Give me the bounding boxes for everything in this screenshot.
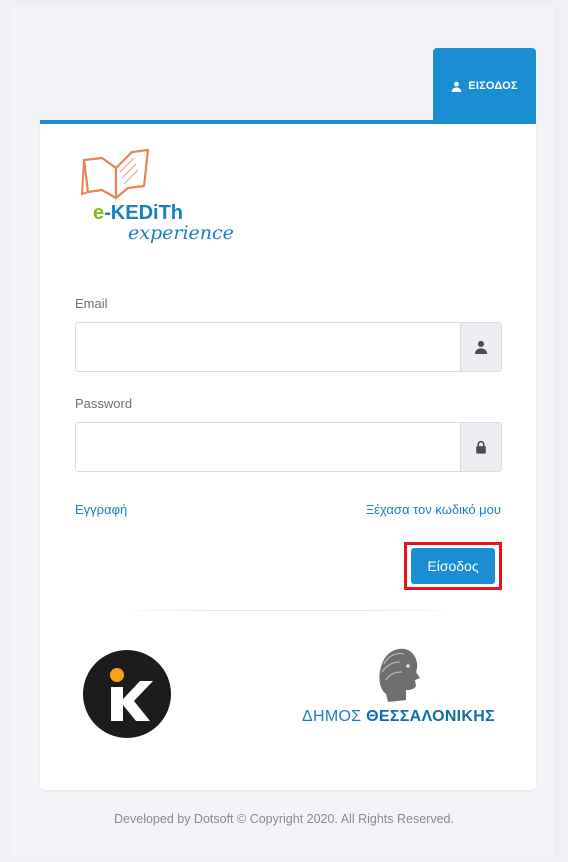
divider bbox=[100, 610, 476, 611]
password-addon bbox=[460, 423, 501, 471]
tab-login-label: ΕΙΣΟΔΟΣ bbox=[468, 80, 518, 92]
brand-subtitle: experience bbox=[128, 222, 234, 244]
dimos-text: ΔΗΜΟΣ ΘΕΣΣΑΛΟΝΙΚΗΣ bbox=[302, 708, 496, 725]
ekedith-logo: e-KEDiTh experience bbox=[80, 144, 234, 244]
forgot-password-link[interactable]: Ξέχασα τον κωδικό μου bbox=[366, 502, 501, 517]
user-icon bbox=[474, 340, 488, 354]
password-field[interactable] bbox=[76, 423, 460, 471]
email-addon bbox=[460, 323, 501, 371]
k-partner-logo bbox=[83, 650, 171, 738]
head-emblem-icon bbox=[379, 648, 420, 702]
open-book-icon bbox=[80, 148, 150, 200]
email-input-group bbox=[75, 322, 502, 372]
tab-login[interactable]: ΕΙΣΟΔΟΣ bbox=[433, 48, 536, 124]
login-button[interactable]: Είσοδος bbox=[411, 548, 495, 584]
register-link[interactable]: Εγγραφή bbox=[75, 502, 127, 517]
login-card: e-KEDiTh experience Email Password Εγγρα… bbox=[40, 120, 536, 790]
password-input-group bbox=[75, 422, 502, 472]
password-label: Password bbox=[75, 396, 133, 411]
dimos-thessalonikis-logo: ΔΗΜΟΣ ΘΕΣΣΑΛΟΝΙΚΗΣ bbox=[302, 644, 517, 734]
email-label: Email bbox=[75, 296, 108, 311]
email-field[interactable] bbox=[76, 323, 460, 371]
lock-icon bbox=[476, 440, 486, 454]
submit-highlight: Είσοδος bbox=[404, 542, 502, 590]
footer-copyright: Developed by Dotsoft © Copyright 2020. A… bbox=[114, 812, 454, 826]
user-icon bbox=[451, 81, 462, 92]
